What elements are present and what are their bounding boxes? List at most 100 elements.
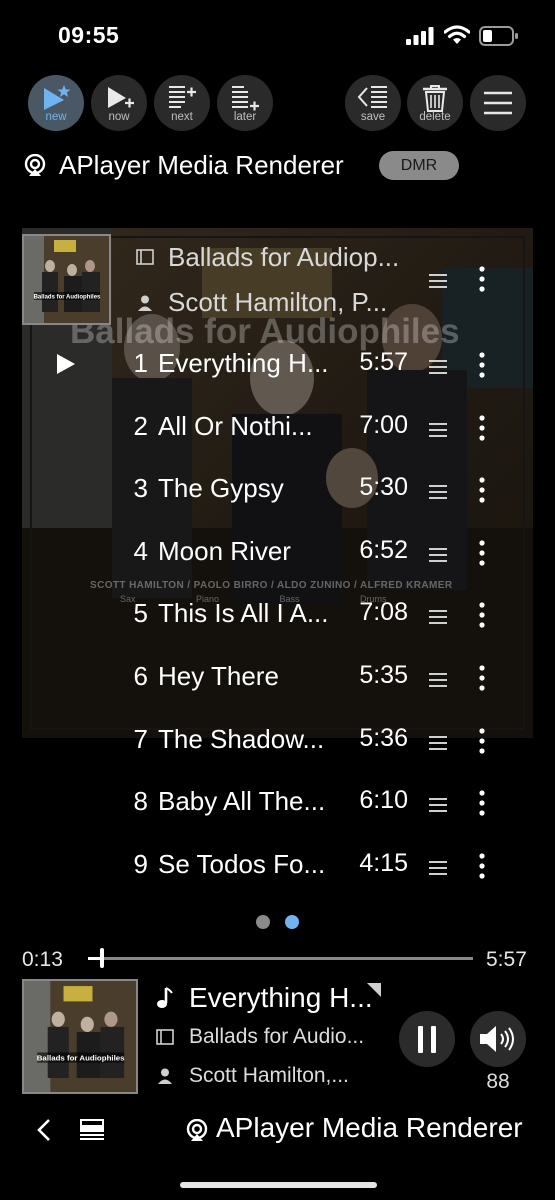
volume-button[interactable] xyxy=(470,1011,526,1067)
track-row[interactable]: 8 Baby All The... 6:10 xyxy=(0,774,555,836)
volume-level: 88 xyxy=(486,1070,510,1093)
progress-bar[interactable] xyxy=(88,957,473,960)
more-options-icon[interactable] xyxy=(478,853,486,879)
pause-button[interactable] xyxy=(399,1011,455,1067)
track-title: The Shadow... xyxy=(158,723,325,754)
play-plus-icon xyxy=(108,87,134,108)
track-title: Hey There xyxy=(158,661,279,691)
play-later-label: later xyxy=(233,111,257,123)
play-star-icon xyxy=(44,85,71,110)
play-now-button[interactable]: now xyxy=(91,75,147,131)
speaker-icon xyxy=(480,1026,514,1052)
track-title: Se Todos Fo... xyxy=(158,848,326,879)
now-playing-cover-image: Ballads for Audiophiles xyxy=(24,981,136,1092)
track-duration: 5:57 xyxy=(486,948,527,971)
airplay-icon xyxy=(186,1119,208,1141)
more-options-icon[interactable] xyxy=(478,790,486,816)
queue-new-button[interactable]: new xyxy=(28,75,84,131)
track-number: 2 xyxy=(133,410,148,441)
track-number: 5 xyxy=(133,598,148,629)
list-plus-bottom-icon xyxy=(232,86,259,111)
now-playing-artist: Scott Hamilton,... xyxy=(189,1064,349,1087)
album-icon xyxy=(156,1029,174,1045)
track-number: 7 xyxy=(133,723,148,754)
track-title: Moon River xyxy=(158,535,291,566)
album-more-icon[interactable] xyxy=(478,266,486,292)
drag-handle-icon[interactable] xyxy=(428,798,448,813)
home-indicator[interactable] xyxy=(180,1182,377,1188)
drag-handle-icon[interactable] xyxy=(428,735,448,750)
corner-marker-icon xyxy=(367,983,381,997)
more-options-icon[interactable] xyxy=(478,540,486,566)
track-row[interactable]: 2 All Or Nothi... 7:00 xyxy=(0,399,555,461)
more-options-icon[interactable] xyxy=(478,414,486,441)
save-list-icon xyxy=(357,86,387,108)
pause-icon xyxy=(418,1026,423,1053)
music-note-icon xyxy=(157,987,173,1008)
page-dot[interactable] xyxy=(256,915,270,929)
track-row[interactable]: 1 Everything H... 5:57 xyxy=(0,336,555,398)
track-duration: 7:00 xyxy=(359,410,408,439)
track-title: All Or Nothi... xyxy=(158,410,313,441)
track-number: 3 xyxy=(133,473,148,504)
track-duration: 6:10 xyxy=(359,786,408,815)
track-number: 4 xyxy=(133,535,148,566)
album-title: Ballads for Audiop... xyxy=(168,242,400,272)
play-next-button[interactable]: next xyxy=(154,75,210,131)
person-icon xyxy=(138,295,152,311)
now-playing-artwork[interactable]: Ballads for Audiophiles xyxy=(22,979,138,1094)
person-icon xyxy=(158,1068,172,1084)
drag-handle-icon[interactable] xyxy=(428,547,448,562)
svg-text:Ballads for Audiophiles: Ballads for Audiophiles xyxy=(34,295,101,301)
album-cover-image: Ballads for Audiophiles xyxy=(24,236,109,323)
track-duration: 6:52 xyxy=(359,535,408,564)
drag-handle-icon[interactable] xyxy=(428,860,448,875)
track-row[interactable]: 7 The Shadow... 5:36 xyxy=(0,712,555,774)
save-button[interactable]: save xyxy=(345,75,401,131)
play-later-button[interactable]: later xyxy=(217,75,273,131)
album-drag-handle-icon[interactable] xyxy=(428,274,448,288)
page-dot-active[interactable] xyxy=(285,915,299,929)
save-label: save xyxy=(360,111,386,123)
track-row[interactable]: 4 Moon River 6:52 xyxy=(0,524,555,586)
more-options-icon[interactable] xyxy=(478,665,486,691)
album-thumbnail[interactable]: Ballads for Audiophiles xyxy=(22,234,111,325)
track-row[interactable]: 9 Se Todos Fo... 4:15 xyxy=(0,837,555,899)
drag-handle-icon[interactable] xyxy=(428,485,448,500)
status-bar: 09:55 xyxy=(0,0,555,70)
track-title: Everything H... xyxy=(158,348,329,378)
album-icon xyxy=(136,249,154,265)
more-options-icon[interactable] xyxy=(478,477,486,503)
track-duration: 5:30 xyxy=(359,473,408,502)
delete-button[interactable]: delete xyxy=(407,75,463,131)
now-playing-album: Ballads for Audio... xyxy=(189,1025,365,1048)
track-number: 1 xyxy=(133,348,148,378)
drag-handle-icon[interactable] xyxy=(428,360,448,374)
hamburger-icon xyxy=(484,91,512,115)
svg-text:Ballads for Audiophiles: Ballads for Audiophiles xyxy=(37,1054,125,1063)
track-row[interactable]: 3 The Gypsy 5:30 xyxy=(0,461,555,523)
progress-knob[interactable] xyxy=(100,948,104,968)
menu-button[interactable] xyxy=(470,75,526,131)
album-artist: Scott Hamilton, P... xyxy=(168,287,388,317)
back-chevron-icon[interactable] xyxy=(36,1118,52,1142)
drag-handle-icon[interactable] xyxy=(428,422,448,437)
track-duration: 5:57 xyxy=(359,348,408,376)
drag-handle-icon[interactable] xyxy=(428,673,448,687)
track-duration: 4:15 xyxy=(359,848,408,877)
trash-icon xyxy=(423,85,447,112)
bottom-renderer-name: APlayer Media Renderer xyxy=(216,1112,523,1143)
track-title: The Gypsy xyxy=(158,473,284,504)
track-row[interactable]: 6 Hey There 5:35 xyxy=(0,649,555,711)
delete-label: delete xyxy=(419,111,451,123)
battery-icon xyxy=(479,26,518,46)
more-options-icon[interactable] xyxy=(478,602,486,628)
renderer-type-badge: DMR xyxy=(379,151,459,180)
track-row[interactable]: 5 This Is All I A... 7:08 xyxy=(0,586,555,648)
display-icon[interactable] xyxy=(79,1118,105,1140)
playback-position: 0:13 xyxy=(22,948,63,971)
more-options-icon[interactable] xyxy=(478,352,486,378)
drag-handle-icon[interactable] xyxy=(428,610,448,625)
track-number: 9 xyxy=(133,848,148,879)
more-options-icon[interactable] xyxy=(478,727,486,754)
